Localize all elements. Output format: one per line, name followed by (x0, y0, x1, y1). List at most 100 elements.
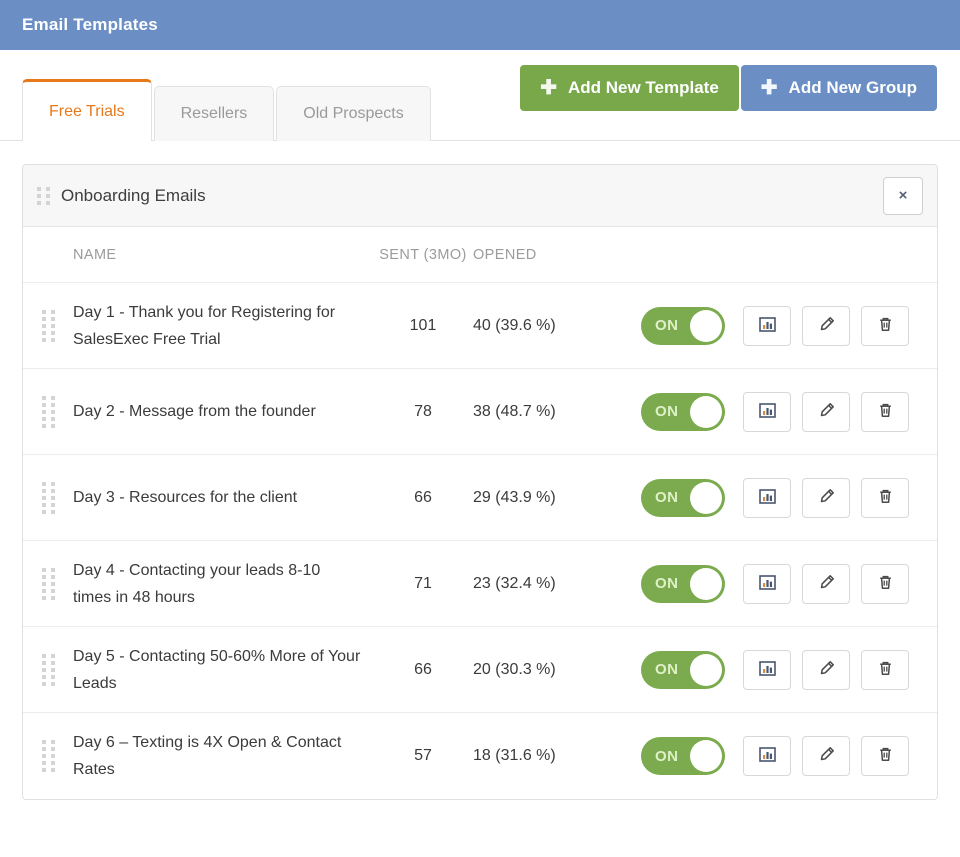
app-header: Email Templates (0, 0, 960, 50)
panel-title: Onboarding Emails (61, 186, 206, 206)
page-title: Email Templates (22, 15, 158, 35)
delete-button[interactable] (861, 392, 909, 432)
template-name: Day 5 - Contacting 50-60% More of Your L… (73, 648, 360, 692)
panel-header: Onboarding Emails × (23, 165, 937, 227)
row-name-cell: Day 4 - Contacting your leads 8-10 times… (73, 557, 373, 611)
toggle-knob (690, 310, 722, 342)
row-drag-handle-cell (23, 482, 73, 514)
row-status-cell: ON (623, 737, 743, 775)
add-new-group-button[interactable]: ✚ Add New Group (741, 65, 937, 111)
template-name: Day 4 - Contacting your leads 8-10 times… (73, 562, 320, 606)
stats-button[interactable] (743, 306, 791, 346)
row-name-cell: Day 6 – Texting is 4X Open & Contact Rat… (73, 729, 373, 783)
edit-button[interactable] (802, 478, 850, 518)
template-group-panel: Onboarding Emails × NAME SENT (3MO) OPEN… (22, 164, 938, 800)
template-name: Day 6 – Texting is 4X Open & Contact Rat… (73, 734, 341, 778)
status-toggle[interactable]: ON (641, 307, 725, 345)
stats-icon (759, 660, 776, 680)
stats-button[interactable] (743, 650, 791, 690)
close-button[interactable]: × (883, 177, 923, 215)
status-toggle[interactable]: ON (641, 737, 725, 775)
status-toggle[interactable]: ON (641, 479, 725, 517)
table-row: Day 4 - Contacting your leads 8-10 times… (23, 541, 937, 627)
table-row: Day 3 - Resources for the client6629 (43… (23, 455, 937, 541)
row-actions-cell (743, 650, 937, 690)
drag-handle-icon[interactable] (42, 482, 55, 514)
status-toggle[interactable]: ON (641, 565, 725, 603)
row-sent-cell: 57 (373, 747, 473, 765)
row-drag-handle-cell (23, 310, 73, 342)
stats-icon (759, 402, 776, 422)
row-name-cell: Day 2 - Message from the founder (73, 398, 373, 425)
edit-button[interactable] (802, 392, 850, 432)
drag-handle-icon[interactable] (42, 310, 55, 342)
stats-button[interactable] (743, 736, 791, 776)
tab-label: Free Trials (49, 103, 125, 121)
delete-button[interactable] (861, 564, 909, 604)
status-toggle-label: ON (655, 661, 679, 678)
row-status-cell: ON (623, 307, 743, 345)
template-name: Day 2 - Message from the founder (73, 403, 316, 420)
edit-button[interactable] (802, 306, 850, 346)
stats-button[interactable] (743, 478, 791, 518)
add-new-group-label: Add New Group (789, 78, 917, 98)
status-toggle[interactable]: ON (641, 651, 725, 689)
edit-icon (818, 574, 835, 594)
status-toggle-label: ON (655, 489, 679, 506)
toggle-knob (690, 654, 722, 686)
edit-icon (818, 316, 835, 336)
drag-handle-icon[interactable] (42, 740, 55, 772)
delete-button[interactable] (861, 650, 909, 690)
delete-icon (877, 488, 894, 508)
add-new-template-button[interactable]: ✚ Add New Template (520, 65, 739, 111)
column-header-sent: SENT (3MO) (373, 247, 473, 263)
row-name-cell: Day 1 - Thank you for Registering for Sa… (73, 299, 373, 353)
drag-handle-icon[interactable] (42, 396, 55, 428)
close-icon: × (899, 187, 908, 204)
row-drag-handle-cell (23, 740, 73, 772)
tab-label: Resellers (181, 105, 248, 123)
edit-button[interactable] (802, 564, 850, 604)
tab-strip: Free Trials Resellers Old Prospects (22, 79, 433, 141)
delete-button[interactable] (861, 306, 909, 346)
edit-icon (818, 488, 835, 508)
row-actions-cell (743, 392, 937, 432)
toggle-knob (690, 482, 722, 514)
toolbar-actions: ✚ Add New Template ✚ Add New Group (520, 65, 937, 111)
stats-icon (759, 488, 776, 508)
stats-icon (759, 746, 776, 766)
row-sent-cell: 101 (373, 317, 473, 335)
status-toggle-label: ON (655, 748, 679, 765)
delete-button[interactable] (861, 478, 909, 518)
row-actions-cell (743, 306, 937, 346)
table-body: Day 1 - Thank you for Registering for Sa… (23, 283, 937, 799)
edit-button[interactable] (802, 650, 850, 690)
tab-free-trials[interactable]: Free Trials (22, 79, 152, 141)
edit-icon (818, 746, 835, 766)
template-name: Day 3 - Resources for the client (73, 489, 297, 506)
status-toggle[interactable]: ON (641, 393, 725, 431)
plus-icon: ✚ (761, 78, 778, 98)
row-name-cell: Day 5 - Contacting 50-60% More of Your L… (73, 643, 373, 697)
row-status-cell: ON (623, 651, 743, 689)
delete-button[interactable] (861, 736, 909, 776)
stats-button[interactable] (743, 392, 791, 432)
drag-handle-icon[interactable] (42, 568, 55, 600)
drag-handle-icon[interactable] (42, 654, 55, 686)
table-row: Day 6 – Texting is 4X Open & Contact Rat… (23, 713, 937, 799)
drag-handle-icon[interactable] (37, 187, 50, 205)
table-row: Day 2 - Message from the founder7838 (48… (23, 369, 937, 455)
edit-button[interactable] (802, 736, 850, 776)
row-opened-cell: 18 (31.6 %) (473, 747, 623, 765)
column-header-opened: OPENED (473, 247, 623, 263)
row-opened-cell: 23 (32.4 %) (473, 575, 623, 593)
delete-icon (877, 402, 894, 422)
stats-button[interactable] (743, 564, 791, 604)
row-status-cell: ON (623, 393, 743, 431)
tab-resellers[interactable]: Resellers (154, 86, 275, 141)
status-toggle-label: ON (655, 317, 679, 334)
tab-old-prospects[interactable]: Old Prospects (276, 86, 430, 141)
edit-icon (818, 660, 835, 680)
stats-icon (759, 574, 776, 594)
delete-icon (877, 660, 894, 680)
